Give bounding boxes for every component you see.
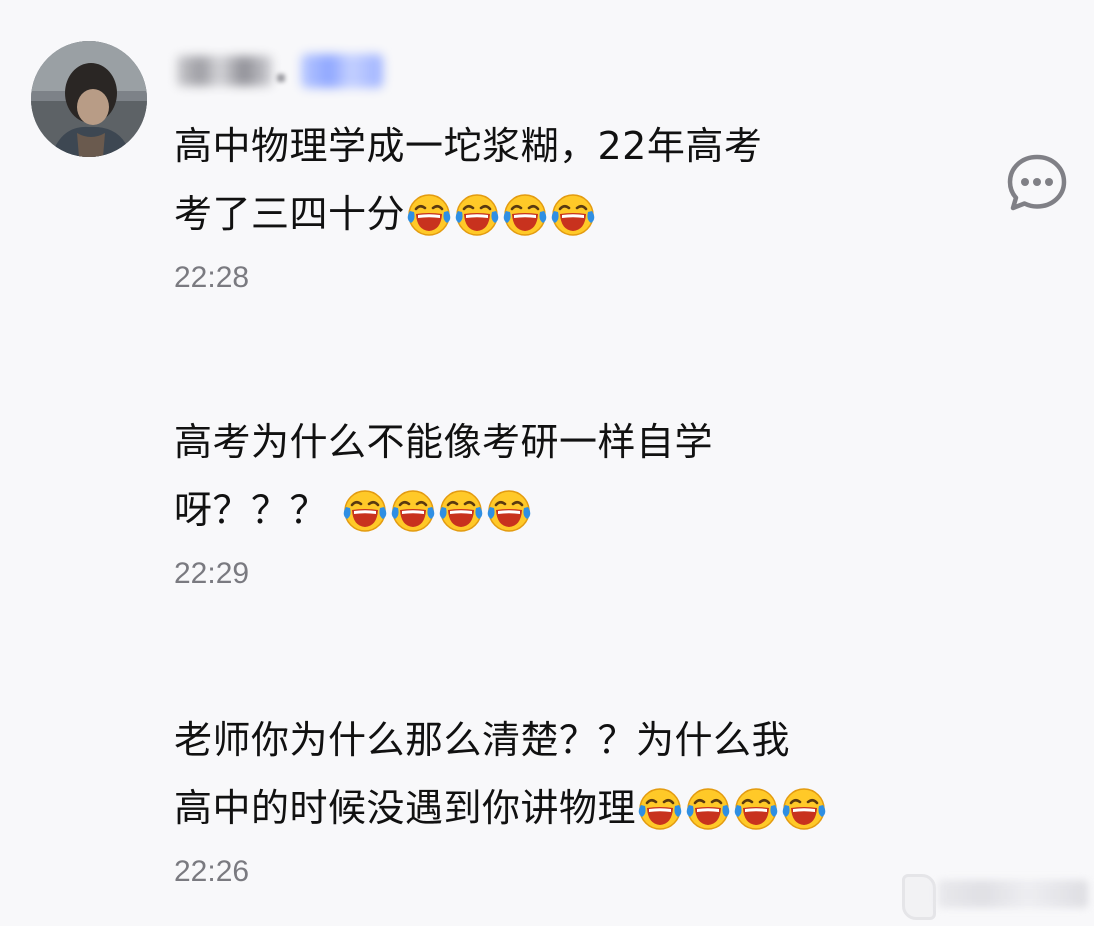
message-line: 高中物理学成一坨浆糊，22年高考 [174,124,763,168]
face-with-tears-of-joy-icon [455,194,499,236]
comment-message: 老师你为什么那么清楚？？为什么我 高中的时候没遇到你讲物理 22:26 [174,706,974,890]
message-time: 22:29 [174,557,250,590]
username-blur [177,56,272,86]
message-time: 22:26 [174,855,250,888]
user-avatar[interactable] [31,41,147,157]
face-with-tears-of-joy-icon [734,788,778,830]
face-with-tears-of-joy-icon [391,490,434,532]
message-text: 高考为什么不能像考研一样自学 呀？？？ [174,408,974,544]
face-with-tears-of-joy-icon [638,788,682,830]
face-with-tears-of-joy-icon [782,788,826,830]
message-text: 高中物理学成一坨浆糊，22年高考 考了三四十分 [174,112,974,248]
comment-message: 高考为什么不能像考研一样自学 呀？？？ 22:29 [174,408,974,592]
watermark-redacted-text [938,880,1088,908]
avatar-photo-icon [31,41,147,157]
emoji-group [343,475,535,543]
face-with-tears-of-joy-icon [503,194,547,236]
emoji-group [638,773,830,841]
message-line: 老师你为什么那么清楚？？为什么我 [174,718,791,762]
face-with-tears-of-joy-icon [439,490,482,532]
message-line-text: 考了三四十分 [174,192,406,236]
weibo-watermark [902,868,1094,920]
username-separator-dot [277,74,285,82]
message-line: 高考为什么不能像考研一样自学 [174,420,714,464]
emoji-group [407,179,599,247]
message-line: 考了三四十分 [174,180,974,248]
message-line-text: 呀？？？ [174,488,341,532]
user-badge-blur [301,54,383,88]
comment-bubble-more-icon[interactable] [1006,153,1068,213]
face-with-tears-of-joy-icon [487,490,530,532]
comment-message: 高中物理学成一坨浆糊，22年高考 考了三四十分 22:28 [174,112,974,296]
message-time: 22:28 [174,261,250,294]
username-redacted[interactable] [177,50,387,94]
face-with-tears-of-joy-icon [551,194,595,236]
face-with-tears-of-joy-icon [407,194,451,236]
face-with-tears-of-joy-icon [686,788,730,830]
face-with-tears-of-joy-icon [343,490,386,532]
message-line-text: 高中的时候没遇到你讲物理 [174,786,637,830]
weibo-watermark-icon [902,874,936,920]
message-line: 呀？？？ [174,476,974,544]
message-text: 老师你为什么那么清楚？？为什么我 高中的时候没遇到你讲物理 [174,706,974,842]
message-line: 高中的时候没遇到你讲物理 [174,774,974,842]
